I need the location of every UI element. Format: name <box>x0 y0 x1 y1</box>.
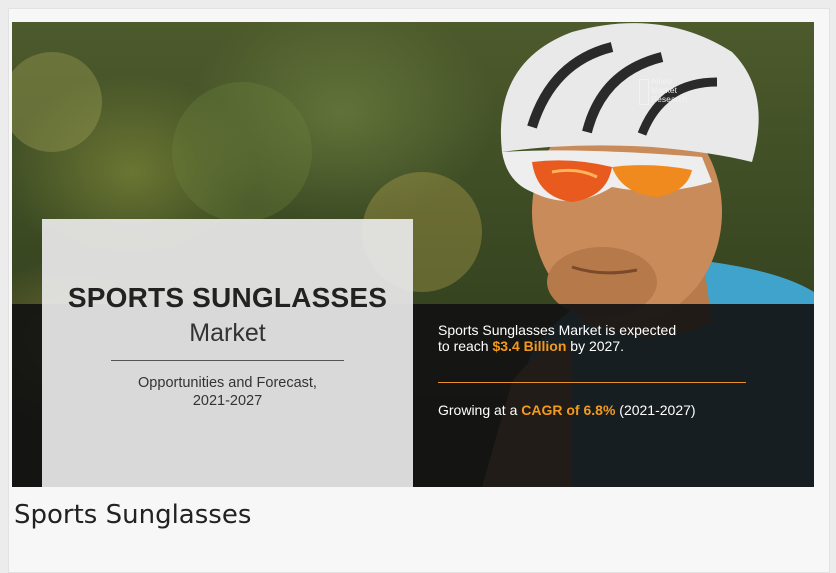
forecast-line-2: 2021-2027 <box>192 393 263 409</box>
logo-text-3: Research <box>651 94 688 104</box>
stat1-post: by 2027. <box>566 338 625 354</box>
banner-title: SPORTS SUNGLASSES <box>67 282 388 313</box>
stat1-line2: to reach $3.4 Billion by 2027. <box>438 338 778 354</box>
stats-divider <box>438 382 746 383</box>
banner-subtitle: Market <box>189 319 266 347</box>
image-caption[interactable]: Sports Sunglasses <box>14 500 251 530</box>
market-banner-image[interactable]: SPORTS SUNGLASSES Market Opportunities a… <box>12 22 814 487</box>
logo-mark-icon <box>639 79 649 105</box>
cagr-statement: Growing at a CAGR of 6.8% (2021-2027) <box>438 402 778 418</box>
title-panel <box>42 219 413 487</box>
allied-market-research-logo: Allied Market Research <box>639 75 709 115</box>
forecast-line-1: Opportunities and Forecast, <box>138 375 317 391</box>
market-value: $3.4 Billion <box>492 338 567 354</box>
cagr-value: CAGR of 6.8% <box>521 402 616 418</box>
stat2-post: (2021-2027) <box>615 402 696 418</box>
stat2-pre: Growing at a <box>438 402 522 418</box>
logo-text: Allied Market Research <box>651 77 687 104</box>
title-divider <box>111 360 344 361</box>
stat1-line1: Sports Sunglasses Market is expected <box>438 322 677 338</box>
market-size-statement: Sports Sunglasses Market is expected to … <box>438 322 778 354</box>
forecast-text: Opportunities and Forecast, 2021-2027 <box>92 374 363 410</box>
stat1-mid: to reach <box>438 338 493 354</box>
